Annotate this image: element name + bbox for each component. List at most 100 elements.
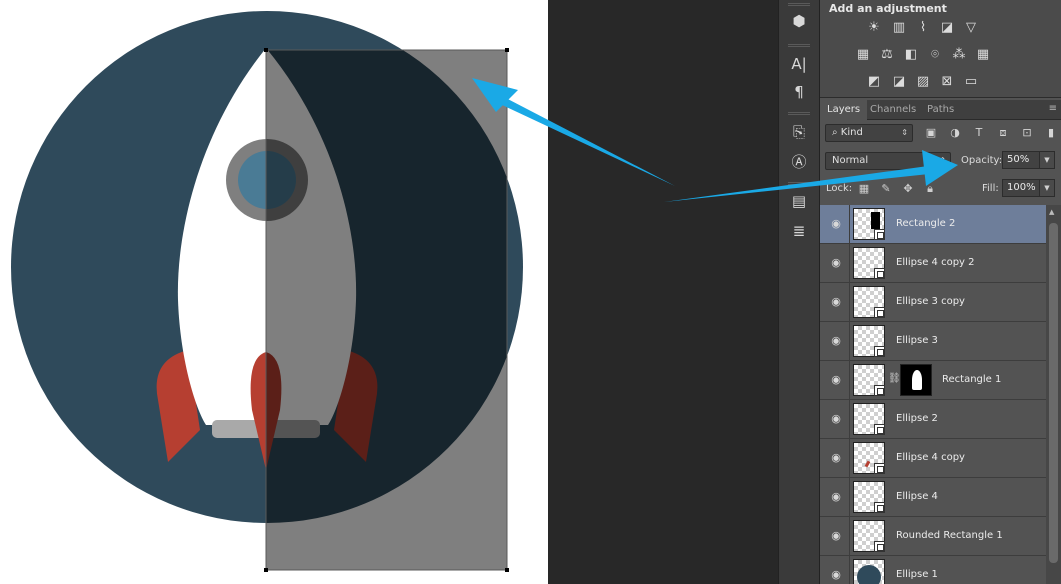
visibility-column: ◉ bbox=[820, 244, 850, 283]
layer-name[interactable]: Rounded Rectangle 1 bbox=[896, 530, 1003, 541]
fill-input[interactable]: 100% bbox=[1002, 179, 1040, 197]
layer-name[interactable]: Ellipse 4 copy 2 bbox=[896, 257, 975, 268]
eye-icon[interactable]: ◉ bbox=[830, 296, 842, 308]
invert-icon[interactable]: ◩ bbox=[865, 74, 883, 90]
posterize-icon[interactable]: ◪ bbox=[890, 74, 908, 90]
layer-name[interactable]: Ellipse 3 copy bbox=[896, 296, 965, 307]
layer-row[interactable]: ◉ Ellipse 4 bbox=[820, 478, 1046, 517]
grip-handle[interactable] bbox=[788, 112, 810, 115]
character-styles-icon[interactable]: Ⓐ bbox=[788, 150, 810, 172]
selective-color-icon[interactable]: ⊠ bbox=[938, 74, 956, 90]
vibrance-icon[interactable]: ▦ bbox=[854, 47, 872, 63]
anchor-point[interactable] bbox=[264, 568, 268, 572]
anchor-point[interactable] bbox=[505, 568, 509, 572]
lock-all-icon[interactable]: 🔒︎ bbox=[923, 182, 937, 196]
shape-layer-icon bbox=[874, 307, 885, 318]
character-icon[interactable]: A| bbox=[788, 53, 810, 75]
layer-name[interactable]: Rectangle 2 bbox=[896, 218, 955, 229]
link-chain-icon[interactable]: ⛓ bbox=[888, 373, 901, 384]
3d-object-icon[interactable]: ⬢ bbox=[788, 10, 810, 32]
curves-icon[interactable]: ⌇ bbox=[914, 20, 932, 36]
rect-preview bbox=[871, 212, 880, 229]
panel-tabs: Layers Channels Paths ≡ bbox=[820, 100, 1061, 120]
eye-icon[interactable]: ◉ bbox=[830, 413, 842, 425]
panel-menu-icon[interactable]: ≡ bbox=[1049, 103, 1057, 114]
notes-icon[interactable]: ▤ bbox=[788, 190, 810, 212]
layers-list: ◉ Rectangle 2 ◉ Ellipse 4 copy 2 ◉ Ellip… bbox=[820, 205, 1046, 584]
grip-handle[interactable] bbox=[788, 44, 810, 47]
rectangle-2-overlay[interactable] bbox=[265, 49, 508, 571]
tab-paths[interactable]: Paths bbox=[920, 100, 961, 120]
color-balance-icon[interactable]: ⚖ bbox=[878, 47, 896, 63]
paragraph-styles-icon[interactable]: ≣ bbox=[788, 220, 810, 242]
layer-name[interactable]: Ellipse 1 bbox=[896, 569, 938, 580]
document-canvas[interactable] bbox=[0, 0, 548, 584]
layer-filter-dropdown[interactable]: ⌕ Kind ⇕ bbox=[825, 124, 913, 142]
exposure-icon[interactable]: ◪ bbox=[938, 20, 956, 36]
layers-scrollbar[interactable]: ▲ bbox=[1046, 205, 1061, 584]
grip-handle[interactable] bbox=[788, 3, 810, 6]
levels-icon[interactable]: ▥ bbox=[890, 20, 908, 36]
gradient-map-icon[interactable]: ▭ bbox=[962, 74, 980, 90]
layer-row[interactable]: ◉ Ellipse 3 bbox=[820, 322, 1046, 361]
tab-layers[interactable]: Layers bbox=[820, 100, 868, 120]
visibility-column: ◉ bbox=[820, 517, 850, 556]
color-lookup-icon[interactable]: ▦ bbox=[974, 47, 992, 63]
lock-transparency-icon[interactable]: ▦ bbox=[857, 182, 871, 196]
eye-icon[interactable]: ◉ bbox=[830, 569, 842, 581]
triangle-down-icon[interactable]: ▽ bbox=[962, 20, 980, 36]
layer-row[interactable]: ◉ Rounded Rectangle 1 bbox=[820, 517, 1046, 556]
smart-object-filter-icon[interactable]: ⊡ bbox=[1020, 126, 1034, 140]
layers-panel-group: Add an adjustment ☀ ▥ ⌇ ◪ ▽ ▦ ⚖ ◧ ⌾ ⁂ ▦ … bbox=[820, 0, 1061, 584]
layer-name[interactable]: Ellipse 3 bbox=[896, 335, 938, 346]
opacity-label: Opacity: bbox=[961, 155, 1003, 166]
threshold-icon[interactable]: ▨ bbox=[914, 74, 932, 90]
type-filter-icon[interactable]: T bbox=[972, 126, 986, 140]
adjustments-title: Add an adjustment bbox=[829, 2, 947, 15]
layer-row[interactable]: ◉ Ellipse 4 copy bbox=[820, 439, 1046, 478]
shape-layer-icon bbox=[874, 463, 885, 474]
layer-name[interactable]: Ellipse 4 bbox=[896, 491, 938, 502]
scroll-thumb[interactable] bbox=[1049, 223, 1058, 563]
layer-row[interactable]: ◉ ⛓ Rectangle 1 bbox=[820, 361, 1046, 400]
layer-name[interactable]: Ellipse 2 bbox=[896, 413, 938, 424]
clone-source-icon[interactable]: ⎘ bbox=[788, 121, 810, 143]
layer-name[interactable]: Ellipse 4 copy bbox=[896, 452, 965, 463]
eye-icon[interactable]: ◉ bbox=[830, 218, 842, 230]
layer-row[interactable]: ◉ Rectangle 2 bbox=[820, 205, 1046, 244]
filter-toggle-icon[interactable]: ▮ bbox=[1044, 126, 1058, 140]
eye-icon[interactable]: ◉ bbox=[830, 257, 842, 269]
fill-slider-toggle[interactable]: ▼ bbox=[1039, 179, 1055, 197]
circle-preview bbox=[857, 565, 881, 584]
lock-position-icon[interactable]: ✥ bbox=[901, 182, 915, 196]
layer-row[interactable]: ◉ Ellipse 4 copy 2 bbox=[820, 244, 1046, 283]
lock-pixels-icon[interactable]: ✎ bbox=[879, 182, 893, 196]
tab-channels[interactable]: Channels bbox=[863, 100, 923, 120]
layer-row[interactable]: ◉ Ellipse 3 copy bbox=[820, 283, 1046, 322]
anchor-point[interactable] bbox=[264, 48, 268, 52]
image-filter-icon[interactable]: ▣ bbox=[924, 126, 938, 140]
layer-row[interactable]: ◉ Ellipse 1 bbox=[820, 556, 1046, 584]
channel-mixer-icon[interactable]: ⁂ bbox=[950, 47, 968, 63]
eye-icon[interactable]: ◉ bbox=[830, 530, 842, 542]
scroll-up-icon[interactable]: ▲ bbox=[1049, 208, 1054, 216]
eye-icon[interactable]: ◉ bbox=[830, 491, 842, 503]
layer-row[interactable]: ◉ Ellipse 2 bbox=[820, 400, 1046, 439]
photo-filter-icon[interactable]: ⌾ bbox=[926, 47, 944, 63]
layer-name[interactable]: Rectangle 1 bbox=[942, 374, 1001, 385]
anchor-point[interactable] bbox=[505, 48, 509, 52]
grip-handle[interactable] bbox=[788, 182, 810, 185]
paragraph-icon[interactable]: ¶ bbox=[788, 81, 810, 103]
adjustment-filter-icon[interactable]: ◑ bbox=[948, 126, 962, 140]
brightness-icon[interactable]: ☀ bbox=[865, 20, 883, 36]
eye-icon[interactable]: ◉ bbox=[830, 452, 842, 464]
shape-filter-icon[interactable]: ⧈ bbox=[996, 126, 1010, 140]
opacity-slider-toggle[interactable]: ▼ bbox=[1039, 151, 1055, 169]
black-white-icon[interactable]: ◧ bbox=[902, 47, 920, 63]
opacity-input[interactable]: 50% bbox=[1002, 151, 1040, 169]
blend-mode-dropdown[interactable]: Normal ⇕ bbox=[825, 152, 951, 170]
eye-icon[interactable]: ◉ bbox=[830, 335, 842, 347]
eye-icon[interactable]: ◉ bbox=[830, 374, 842, 386]
layer-mask-thumbnail[interactable] bbox=[900, 364, 932, 396]
visibility-column: ◉ bbox=[820, 322, 850, 361]
